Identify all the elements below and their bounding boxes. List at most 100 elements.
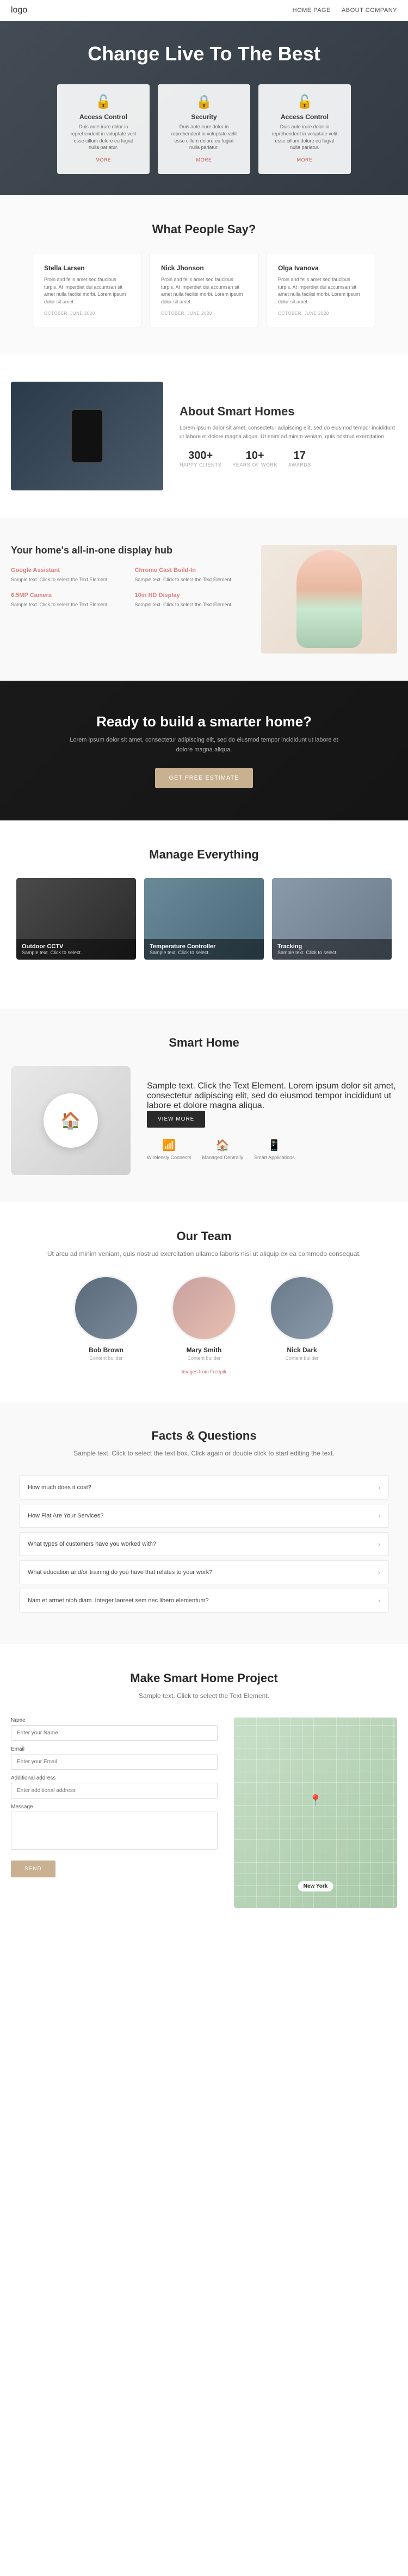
team-member-nick: Nick Dark Content builder <box>258 1275 345 1361</box>
stats: 300+ HAPPY CLIENTS 10+ YEARS OF WORK 17 … <box>180 450 397 468</box>
hero-section: Change Live To The Best 🔓 Access Control… <box>0 21 408 195</box>
team-description: Ut arcu ad minim veniam, quis nostrud ex… <box>11 1249 397 1259</box>
message-field: Message <box>11 1804 218 1852</box>
contact-section: Make Smart Home Project Sample text. Cli… <box>0 1644 408 1935</box>
map-background <box>234 1718 397 1908</box>
address-input[interactable] <box>11 1783 218 1799</box>
tracking-desc: Sample text. Click to select. <box>277 950 386 955</box>
temp-title: Temperature Controller <box>150 943 258 950</box>
manage-title: Manage Everything <box>11 848 397 862</box>
chevron-down-icon-3: › <box>378 1569 380 1576</box>
nav-links: HOME PAGE ABOUT COMPANY <box>293 7 397 14</box>
team-role-mary: Content builder <box>160 1355 248 1361</box>
nav-home[interactable]: HOME PAGE <box>293 7 331 14</box>
smart-icon-managed: 🏠 Managed Centrally <box>202 1138 244 1160</box>
cctv-title: Outdoor CCTV <box>22 943 131 950</box>
email-input[interactable] <box>11 1754 218 1770</box>
nav-about[interactable]: ABOUT COMPANY <box>342 7 397 14</box>
testimonial-text-2: Proin and felis amet sed faucibus turpis… <box>278 276 364 306</box>
cta-button[interactable]: GET FREE ESTIMATE <box>155 768 252 788</box>
avatar-bob <box>73 1275 139 1341</box>
manage-cards: Outdoor CCTV Sample text. Click to selec… <box>11 878 397 960</box>
stat-years: 10+ YEARS OF WORK <box>232 450 277 468</box>
hub-display-title: 10in HD Display <box>135 592 251 599</box>
hero-card-more-3[interactable]: MORE <box>297 157 313 163</box>
hub-title: Your home's all-in-one display hub <box>11 545 250 556</box>
hero-card-desc-1: Duis aute irure dolor in reprehenderit i… <box>68 123 139 151</box>
about-description: Lorem ipsum dolor sit amet, consectetur … <box>180 424 397 441</box>
security-icon: 🔒 <box>169 94 239 110</box>
hub-grid: Google Assistant Sample text. Click to s… <box>11 567 250 608</box>
wireless-icon: 📶 <box>147 1138 191 1152</box>
hero-card-title-1: Access Control <box>68 113 139 121</box>
faq-item-0[interactable]: How much does it cost? › <box>19 1476 389 1499</box>
smart-inner: 🏠 Sample text. Click the Text Element. L… <box>11 1066 397 1175</box>
managed-icon: 🏠 <box>202 1138 244 1152</box>
hero-card-more-1[interactable]: MORE <box>96 157 112 163</box>
testimonial-date-1: OCTOBER, JUNE 2020 <box>161 311 247 316</box>
message-textarea[interactable] <box>11 1812 218 1850</box>
name-input[interactable] <box>11 1725 218 1741</box>
logo: logo <box>11 5 27 15</box>
phone-mockup <box>71 409 103 463</box>
hero-card-access-1: 🔓 Access Control Duis aute irure dolor i… <box>57 84 150 173</box>
stat-awards-number: 17 <box>288 450 311 462</box>
hub-inner: Your home's all-in-one display hub Googl… <box>11 545 397 654</box>
faq-description: Sample text. Click to select the text bo… <box>11 1448 397 1459</box>
hero-card-title-2: Security <box>169 113 239 121</box>
team-name-nick: Nick Dark <box>258 1346 345 1354</box>
faq-item-3[interactable]: What education and/or training do you ha… <box>19 1560 389 1584</box>
apps-label: Smart Applications <box>254 1155 295 1160</box>
name-field: Name <box>11 1718 218 1741</box>
smart-content: Sample text. Click the Text Element. Lor… <box>147 1081 397 1160</box>
email-field: Email <box>11 1746 218 1770</box>
faq-question-2: What types of customers have you worked … <box>28 1541 156 1547</box>
chevron-down-icon-4: › <box>378 1597 380 1604</box>
testimonial-name-2: Olga Ivanova <box>278 264 364 272</box>
submit-button[interactable]: SEND <box>11 1861 55 1877</box>
about-image <box>11 382 163 490</box>
testimonial-date-2: OCTOBER, JUNE 2020 <box>278 311 364 316</box>
testimonial-cards: Stella Larsen Proin and felis amet sed f… <box>11 253 397 327</box>
hub-features: Your home's all-in-one display hub Googl… <box>11 545 250 654</box>
testimonial-date-0: OCTOBER, JUNE 2020 <box>44 311 130 316</box>
name-label: Name <box>11 1718 218 1723</box>
faq-item-4[interactable]: Nam et armet nibh diam. Integer laoreet … <box>19 1589 389 1613</box>
stat-awards: 17 AWARDS <box>288 450 311 468</box>
testimonials-title: What People Say? <box>11 222 397 237</box>
cta-section: Ready to build a smarter home? Lorem ips… <box>0 681 408 820</box>
hub-camera-title: 6.5MP Camera <box>11 592 127 599</box>
freepik-link[interactable]: Images from Freepik <box>182 1369 227 1374</box>
smart-device-image: 🏠 <box>11 1066 131 1175</box>
testimonial-name-0: Stella Larsen <box>44 264 130 272</box>
view-more-button[interactable]: VIEW MORE <box>147 1111 205 1128</box>
manage-card-temp: Temperature Controller Sample text. Clic… <box>144 878 264 960</box>
faq-item-1[interactable]: How Flat Are Your Services? › <box>19 1504 389 1528</box>
access-control-icon: 🔓 <box>68 94 139 110</box>
faq-question-4: Nam et armet nibh diam. Integer laoreet … <box>28 1597 209 1604</box>
avatar-nick <box>269 1275 335 1341</box>
hub-camera-desc: Sample text. Click to select the Text El… <box>11 601 127 609</box>
hub-google-desc: Sample text. Click to select the Text El… <box>11 576 127 584</box>
team-name-bob: Bob Brown <box>63 1346 150 1354</box>
testimonial-name-1: Nick Jhonson <box>161 264 247 272</box>
hub-google-title: Google Assistant <box>11 567 127 574</box>
cctv-desc: Sample text. Click to select. <box>22 950 131 955</box>
team-role-bob: Content builder <box>63 1355 150 1361</box>
hub-chrome-desc: Sample text. Click to select the Text El… <box>135 576 251 584</box>
testimonial-text-1: Proin and felis amet sed faucibus turpis… <box>161 276 247 306</box>
temp-label: Temperature Controller Sample text. Clic… <box>144 939 264 960</box>
about-content: About Smart Homes Lorem ipsum dolor sit … <box>180 405 397 468</box>
hub-image <box>261 545 397 654</box>
manage-card-cctv: Outdoor CCTV Sample text. Click to selec… <box>16 878 136 960</box>
temp-desc: Sample text. Click to select. <box>150 950 258 955</box>
hero-card-more-2[interactable]: MORE <box>196 157 212 163</box>
cctv-label: Outdoor CCTV Sample text. Click to selec… <box>16 939 136 960</box>
email-label: Email <box>11 1746 218 1752</box>
faq-item-2[interactable]: What types of customers have you worked … <box>19 1532 389 1556</box>
about-smart-section: About Smart Homes Lorem ipsum dolor sit … <box>0 354 408 518</box>
hub-display-desc: Sample text. Click to select the Text El… <box>135 601 251 609</box>
hub-chrome-title: Chrome Cast Build-In <box>135 567 251 574</box>
hero-card-security: 🔒 Security Duis aute irure dolor in repr… <box>158 84 250 173</box>
address-label: Additional address <box>11 1775 218 1781</box>
